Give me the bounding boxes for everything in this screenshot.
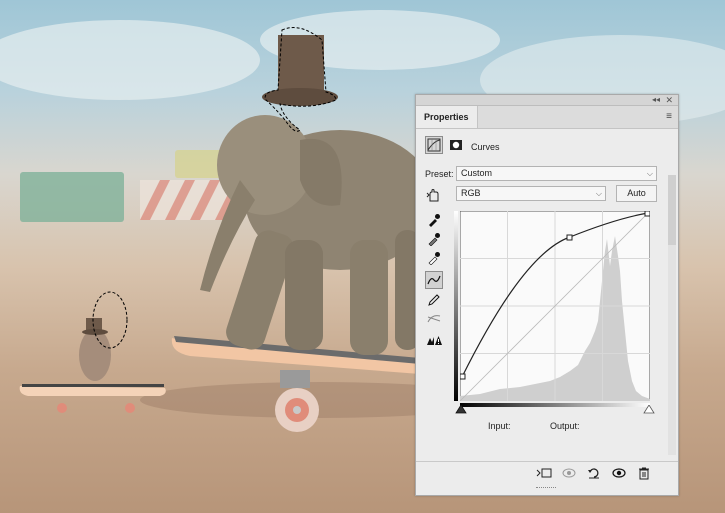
preset-label: Preset:: [425, 169, 454, 179]
white-point-slider[interactable]: [643, 405, 655, 415]
panel-bottom-toolbar: [416, 461, 678, 486]
curve-edit-icon[interactable]: [425, 271, 443, 289]
smooth-curve-icon[interactable]: [425, 310, 443, 328]
collapse-panel-icon[interactable]: ◂◂: [652, 95, 660, 105]
curve-point-mid[interactable]: [566, 234, 573, 241]
panel-menu-icon[interactable]: ≡: [666, 112, 672, 122]
elephant: [200, 115, 435, 355]
pencil-draw-icon[interactable]: [425, 291, 443, 309]
eye-icon[interactable]: [611, 466, 627, 482]
road-sign-green: [20, 172, 124, 222]
preset-dropdown[interactable]: Custom ⌵: [456, 166, 657, 181]
mouse: [79, 291, 128, 381]
panel-header-strip: [416, 95, 678, 106]
eyedropper-black-icon[interactable]: [425, 211, 443, 229]
hand-targeted-adjust-icon[interactable]: [425, 186, 443, 204]
adjustment-title: Curves: [471, 142, 500, 152]
resize-grip[interactable]: [536, 487, 556, 491]
layer-mask-icon[interactable]: [447, 136, 465, 154]
panel-scrollbar[interactable]: [668, 175, 676, 455]
tab-properties[interactable]: Properties: [416, 106, 478, 128]
preset-value: Custom: [461, 168, 493, 178]
chevron-down-icon: ⌵: [595, 189, 602, 198]
channel-dropdown[interactable]: RGB ⌵: [456, 186, 606, 201]
input-label: Input:: [488, 421, 511, 431]
chevron-down-icon: ⌵: [646, 169, 653, 178]
view-previous-icon[interactable]: [561, 466, 577, 482]
curves-graph[interactable]: [460, 211, 650, 401]
panel-tab-bar: Properties ≡: [416, 106, 678, 129]
clipping-warning-icon[interactable]: [425, 331, 443, 349]
curve-point-white[interactable]: [644, 211, 650, 217]
channel-value: RGB: [461, 188, 481, 198]
output-gradient-bar: [454, 211, 458, 401]
curves-adjustment-icon[interactable]: [425, 136, 443, 154]
trash-icon[interactable]: [636, 466, 652, 482]
close-panel-icon[interactable]: ✕: [665, 95, 673, 105]
input-gradient-bar: [460, 403, 650, 407]
auto-button[interactable]: Auto: [616, 185, 657, 202]
black-point-slider[interactable]: [455, 405, 467, 415]
scrollbar-thumb[interactable]: [668, 175, 676, 245]
eyedropper-gray-icon[interactable]: [425, 230, 443, 248]
curve-point-black[interactable]: [460, 373, 466, 380]
eyedropper-white-icon[interactable]: [425, 249, 443, 267]
output-label: Output:: [550, 421, 580, 431]
clip-to-layer-icon[interactable]: [536, 466, 552, 482]
reset-icon[interactable]: [586, 466, 602, 482]
properties-panel: ◂◂ ✕ Properties ≡ Curves Preset: Custom …: [415, 94, 679, 496]
